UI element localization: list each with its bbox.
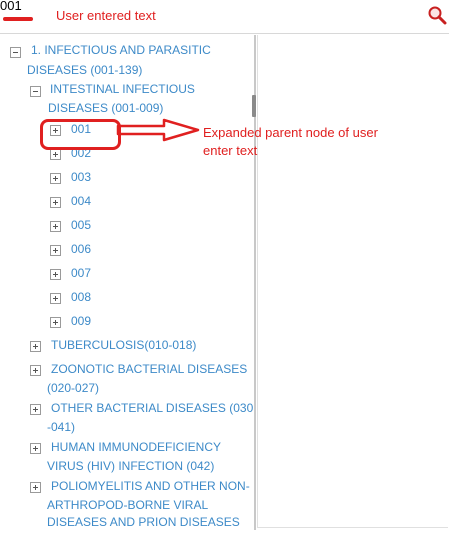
expand-toggle-icon[interactable] — [50, 317, 61, 328]
tree-node-code[interactable]: 007 — [71, 264, 91, 283]
annotation-entered-text: User entered text — [56, 8, 156, 23]
collapse-toggle-icon[interactable] — [30, 86, 41, 97]
annotation-underline — [3, 17, 33, 21]
collapse-toggle-icon[interactable] — [10, 47, 21, 58]
tree-node-sibling[interactable]: (020-027) — [47, 379, 99, 398]
tree-panel: 1. INFECTIOUS AND PARASITIC DISEASES (00… — [4, 35, 256, 530]
tree-node-group-line1[interactable]: INTESTINAL INFECTIOUS — [50, 80, 195, 99]
annotation-arrow-icon — [116, 118, 200, 142]
tree-node-sibling[interactable]: POLIOMYELITIS AND OTHER NON- — [51, 477, 250, 496]
tree-node-code[interactable]: 005 — [71, 216, 91, 235]
expand-toggle-icon[interactable] — [50, 197, 61, 208]
tree-node-sibling[interactable]: OTHER BACTERIAL DISEASES (030 — [51, 399, 253, 418]
tree-node-group-line2[interactable]: DISEASES (001-009) — [48, 99, 163, 118]
detail-panel — [257, 35, 448, 528]
tree-node-code[interactable]: 003 — [71, 168, 91, 187]
expand-toggle-icon[interactable] — [50, 149, 61, 160]
search-input-value[interactable]: 001 — [0, 0, 22, 13]
tree-node-sibling[interactable]: -041) — [47, 418, 75, 437]
expand-toggle-icon[interactable] — [30, 482, 41, 493]
expand-toggle-icon[interactable] — [50, 293, 61, 304]
tree-node-sibling[interactable]: TUBERCULOSIS(010-018) — [51, 336, 196, 355]
tree-node-code[interactable]: 008 — [71, 288, 91, 307]
expand-toggle-icon[interactable] — [30, 365, 41, 376]
expand-toggle-icon[interactable] — [30, 404, 41, 415]
tree-node-sibling[interactable]: HUMAN IMMUNODEFICIENCY — [51, 438, 221, 457]
annotation-highlight-box — [40, 119, 121, 150]
tree-node-code[interactable]: 006 — [71, 240, 91, 259]
tree-node-sibling[interactable]: DISEASES AND PRION DISEASES — [47, 513, 240, 530]
tree-node-root-line1[interactable]: 1. INFECTIOUS AND PARASITIC — [31, 41, 211, 60]
annotation-expanded-parent: Expanded parent node of user enter text — [203, 125, 378, 158]
tree-node-root-line2[interactable]: DISEASES (001-139) — [27, 61, 142, 80]
search-icon[interactable] — [427, 5, 447, 25]
expand-toggle-icon[interactable] — [30, 341, 41, 352]
tree-node-sibling[interactable]: ZOONOTIC BACTERIAL DISEASES — [51, 360, 247, 379]
scrollbar-thumb[interactable] — [252, 95, 256, 117]
expand-toggle-icon[interactable] — [50, 269, 61, 280]
tree-node-code[interactable]: 009 — [71, 312, 91, 331]
expand-toggle-icon[interactable] — [50, 245, 61, 256]
tree-node-code[interactable]: 004 — [71, 192, 91, 211]
expand-toggle-icon[interactable] — [30, 443, 41, 454]
top-divider — [0, 33, 449, 34]
tree-node-sibling[interactable]: VIRUS (HIV) INFECTION (042) — [47, 457, 214, 476]
expand-toggle-icon[interactable] — [50, 221, 61, 232]
expand-toggle-icon[interactable] — [50, 173, 61, 184]
